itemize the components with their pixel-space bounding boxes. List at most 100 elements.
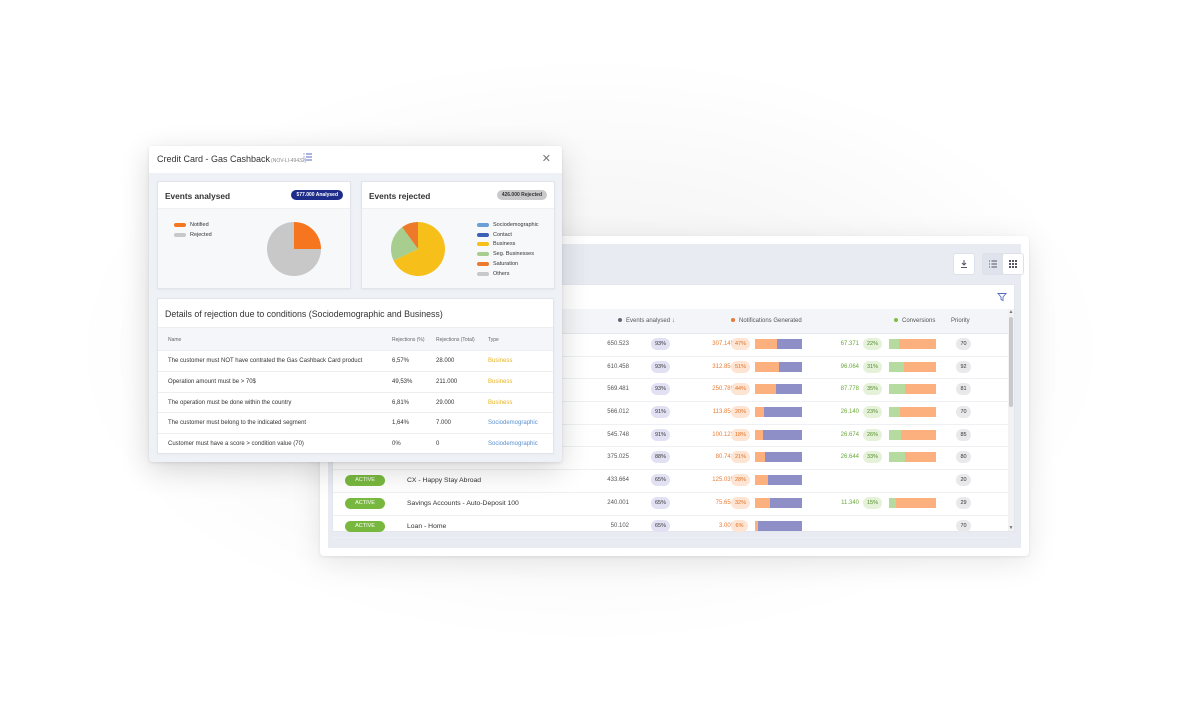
conversions-bar-fill — [889, 407, 900, 418]
col-priority[interactable]: Priority — [951, 318, 970, 324]
details-row[interactable]: The operation must be done within the co… — [158, 393, 553, 414]
legend-label: Business — [493, 241, 516, 248]
scroll-up-icon[interactable]: ▲ — [1008, 309, 1014, 315]
details-row[interactable]: Operation amount must be > 70$ 49,53% 211.… — [158, 372, 553, 393]
notifications-bar — [755, 429, 802, 440]
list-view-button[interactable] — [982, 253, 1004, 275]
notifications-pct-pill: 47% — [731, 338, 751, 350]
details-row[interactable]: Customer must have a score > condition v… — [158, 434, 553, 455]
close-icon[interactable]: ✕ — [542, 152, 551, 165]
legend-swatch — [174, 232, 186, 237]
notifications-pct-pill: 21% — [731, 451, 751, 464]
notifications-dot — [731, 318, 735, 323]
col-rejections-total[interactable]: Rejections (Total) — [436, 337, 475, 343]
list-icon — [989, 260, 997, 268]
priority-pill: 70 — [956, 519, 971, 532]
analysed-count-badge: 577.000 Analysed — [291, 190, 343, 200]
events-pct-pill: 93% — [651, 338, 671, 350]
notifications-bar-rest — [764, 407, 802, 418]
legend-swatch — [477, 271, 489, 276]
condition-type[interactable]: Sociodemographic — [488, 420, 538, 426]
conversions-pct-pill: 33% — [863, 451, 883, 464]
conversions-value: 87.778 — [840, 386, 859, 393]
sort-down-icon[interactable]: ↓ — [672, 318, 675, 324]
notifications-pct-pill: 20% — [731, 406, 751, 419]
col-type[interactable]: Type — [488, 337, 499, 343]
notifications-pct-pill: 28% — [731, 474, 751, 487]
table-scrollbar[interactable]: ▲ ▼ — [1008, 309, 1014, 531]
notifications-bar-rest — [778, 361, 802, 372]
grid-view-button[interactable] — [1002, 253, 1024, 275]
download-button[interactable] — [953, 253, 975, 275]
legend-swatch — [477, 252, 489, 257]
download-icon — [961, 260, 967, 268]
notifications-bar-rest — [757, 520, 802, 531]
legend-swatch — [174, 222, 186, 227]
details-row[interactable]: The customer must belong to the indicate… — [158, 413, 553, 435]
campaign-code: (NOV-LI-49432) — [271, 158, 307, 164]
conversions-bar — [889, 497, 936, 508]
col-rejections-pct[interactable]: Rejections (%) — [392, 337, 425, 343]
conversions-bar — [889, 429, 936, 440]
notifications-bar-rest — [768, 475, 802, 486]
priority-pill: 70 — [956, 338, 971, 350]
conversions-bar-fill — [889, 452, 905, 463]
scroll-thumb[interactable] — [1009, 317, 1013, 407]
priority-pill: 81 — [956, 383, 971, 396]
status-badge: ACTIVE — [345, 475, 385, 487]
condition-type[interactable]: Business — [488, 358, 512, 364]
conversions-value: 26.140 — [840, 409, 859, 416]
list-menu-icon[interactable] — [303, 153, 312, 163]
conversions-bar-rest — [899, 339, 936, 349]
conversions-pct-pill: 26% — [863, 428, 883, 441]
events-pct-pill: 91% — [651, 428, 671, 441]
col-events-analysed[interactable]: Events analysed ↓ — [618, 318, 675, 324]
campaign-name[interactable]: CX - Happy Stay Abroad — [407, 477, 481, 484]
legend-swatch — [477, 242, 489, 247]
col-notifications[interactable]: Notifications Generated — [731, 318, 802, 324]
events-pct-pill: 88% — [651, 451, 671, 464]
table-row[interactable]: ACTIVE Loan - Home 50.102 65% 3.003 6% 70 — [333, 516, 1009, 539]
scroll-down-icon[interactable]: ▼ — [1008, 525, 1014, 531]
campaign-name[interactable]: Savings Accounts - Auto-Deposit 100 — [407, 500, 519, 507]
condition-type[interactable]: Business — [488, 400, 512, 406]
legend-item: Business — [477, 240, 539, 250]
legend-swatch — [477, 232, 489, 237]
status-badge: ACTIVE — [345, 497, 385, 509]
legend-label: Sociodemographic — [493, 221, 539, 228]
notifications-bar-rest — [764, 452, 802, 463]
notifications-bar-fill — [755, 452, 765, 463]
priority-pill: 29 — [956, 496, 971, 509]
notifications-pct-pill: 32% — [731, 496, 751, 509]
notifications-bar-rest — [777, 339, 802, 349]
campaign-name[interactable]: Loan - Home — [407, 523, 446, 530]
rejection-total: 7.000 — [436, 420, 452, 427]
details-row[interactable]: The customer must NOT have contrated the… — [158, 351, 553, 372]
condition-type[interactable]: Business — [488, 379, 512, 385]
table-row[interactable]: ACTIVE Savings Accounts - Auto-Deposit 10… — [333, 493, 1009, 516]
table-row[interactable]: ACTIVE CX - Happy Stay Abroad 433.664 65% 12… — [333, 470, 1009, 493]
filter-icon[interactable] — [997, 291, 1007, 305]
conversions-bar-rest — [896, 497, 936, 508]
campaign-detail-modal: Credit Card - Gas Cashback(NOV-LI-49432)… — [149, 146, 562, 462]
conversions-bar-rest — [904, 452, 936, 463]
events-rejected-card: Events rejected 426.000 Rejected Sociode… — [361, 181, 555, 289]
conversions-value: 67.371 — [840, 341, 859, 347]
col-conversions[interactable]: Conversions — [894, 318, 935, 324]
events-value: 240.001 — [607, 499, 629, 506]
rejected-count-badge: 426.000 Rejected — [496, 190, 547, 200]
events-value: 566.012 — [607, 409, 629, 416]
notifications-bar — [755, 475, 802, 486]
conversions-bar-rest — [901, 429, 936, 440]
analysed-pie-chart — [267, 222, 321, 276]
col-name[interactable]: Name — [168, 337, 181, 343]
conversions-bar-fill — [889, 339, 900, 349]
pie-slice-notified[interactable] — [294, 222, 321, 249]
events-value: 545.748 — [607, 431, 629, 438]
events-rejected-title: Events rejected — [369, 191, 431, 201]
legend-item: Saturation — [477, 259, 539, 269]
condition-type[interactable]: Sociodemographic — [488, 441, 538, 447]
condition-name: Operation amount must be > 70$ — [168, 378, 256, 385]
rejection-total: 28.000 — [436, 358, 455, 364]
legend-label: Seg. Businesses — [493, 251, 534, 258]
